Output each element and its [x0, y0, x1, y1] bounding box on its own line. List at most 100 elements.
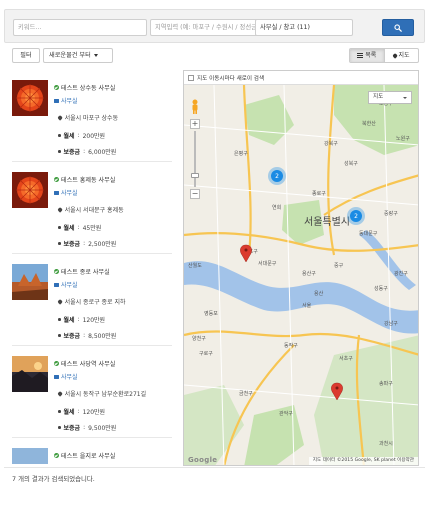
sort-label: 새로운물건 부터 [49, 52, 91, 59]
place-label: 서초구 [339, 355, 353, 362]
place-label: 성동구 [374, 285, 388, 292]
map-panel[interactable]: 지도 이동시마다 새로이 검색 북한산 연희 용산구 서초구 성북구 강남구 동… [183, 70, 419, 466]
checkbox[interactable] [188, 74, 194, 81]
place-label: 광진구 [394, 270, 408, 277]
bullet-icon [58, 334, 61, 337]
street-view-pegman-icon[interactable] [190, 99, 200, 115]
sort-dropdown[interactable]: 새로운물건 부터 [43, 48, 113, 63]
view-toggle: 목록 지도 [349, 48, 419, 63]
bullet-icon [58, 134, 61, 137]
map-marker-icon [392, 52, 398, 59]
search-on-move-toggle[interactable]: 지도 이동시마다 새로이 검색 [184, 71, 418, 85]
view-map-button[interactable]: 지도 [383, 49, 419, 62]
check-circle-icon [54, 177, 59, 182]
listing-address: 서울시 마포구 상수동 [57, 113, 118, 122]
map-marker-icon [57, 206, 63, 213]
listing-thumbnail[interactable] [12, 264, 48, 300]
folder-icon [54, 375, 59, 379]
view-map-label: 지도 [398, 52, 410, 59]
place-label: 강북구 [324, 140, 338, 147]
map-marker-icon [57, 390, 63, 397]
place-label: 연희 [272, 204, 281, 211]
google-logo: Google [188, 456, 218, 464]
place-label: 용산 [314, 290, 324, 297]
folder-icon [54, 99, 59, 103]
listing-thumbnail[interactable] [12, 356, 48, 392]
list-item[interactable]: 테스트 종로 사무실 사무실 서울시 종로구 종로 지하 월세:120만원 보증… [12, 254, 172, 346]
zoom-slider-handle[interactable] [191, 173, 199, 178]
listing-title[interactable]: 테스트 사당역 사무실 [54, 359, 115, 368]
place-label: 송파구 [379, 380, 393, 387]
listing-title[interactable]: 테스트 상수동 사무실 [54, 83, 115, 92]
place-label: 서대문구 [258, 260, 277, 267]
cluster-marker[interactable]: 2 [347, 207, 365, 225]
listing-rent: 월세:200만원 [58, 131, 105, 140]
search-bar: 키워드... 지역입력 (예: 마포구 / 수원시 / 정선군) 사무실 / 창… [4, 9, 425, 43]
bullet-icon [58, 426, 61, 429]
view-list-label: 목록 [365, 52, 377, 59]
listing-category[interactable]: 사무실 [54, 280, 78, 289]
listing-address: 서울시 서대문구 홍제동 [57, 205, 124, 214]
map-type-select[interactable]: 지도 [368, 91, 412, 104]
listing-category[interactable]: 사무실 [54, 372, 78, 381]
place-label: 산월도 [188, 262, 202, 269]
map-canvas[interactable]: 북한산 연희 마포구 용산구 서초구 성북구 강남구 동작구 관악구 영등포 구… [184, 85, 419, 466]
cluster-marker[interactable]: 2 [268, 167, 286, 185]
map-marker-icon [57, 114, 63, 121]
bullet-icon [58, 318, 61, 321]
zoom-in-button[interactable]: + [190, 119, 200, 129]
bullet-icon [58, 242, 61, 245]
list-item[interactable]: 테스트 을지로 사무실 [12, 438, 172, 464]
listing-title[interactable]: 테스트 종로 사무실 [54, 267, 110, 276]
listing-category[interactable]: 사무실 [54, 96, 78, 105]
bullet-icon [58, 226, 61, 229]
check-circle-icon [54, 269, 59, 274]
listing-deposit: 보증금:8,500만원 [58, 331, 116, 340]
city-label: 서울특별시 [304, 216, 350, 228]
listing-thumbnail[interactable] [12, 448, 48, 464]
listing-address: 서울시 종로구 종로 지하 [57, 297, 126, 306]
search-button[interactable] [382, 19, 414, 36]
folder-icon [54, 191, 59, 195]
list-item[interactable]: 테스트 상수동 사무실 사무실 서울시 마포구 상수동 월세:200만원 보증금… [12, 70, 172, 162]
svg-text:2: 2 [354, 213, 358, 220]
place-label: 과천시 [379, 440, 393, 447]
map-marker-icon [57, 298, 63, 305]
bullet-icon [58, 150, 61, 153]
place-label: 노원구 [396, 135, 410, 142]
place-label: 관악구 [279, 410, 293, 417]
listing-thumbnail[interactable] [12, 172, 48, 208]
listing-panel: 테스트 상수동 사무실 사무실 서울시 마포구 상수동 월세:200만원 보증금… [12, 70, 179, 464]
category-select[interactable]: 사무실 / 창고 (11) [255, 19, 353, 36]
bullet-icon [58, 410, 61, 413]
listing-category[interactable]: 사무실 [54, 188, 78, 197]
divider [4, 467, 425, 468]
place-label: 북한산 [362, 120, 376, 127]
place-label: 은평구 [234, 150, 248, 157]
chevron-down-icon [93, 53, 98, 57]
list-item[interactable]: 테스트 사당역 사무실 사무실 서울시 동작구 남부순환로271길 월세:120… [12, 346, 172, 438]
listing-deposit: 보증금:6,000만원 [58, 147, 116, 156]
zoom-out-button[interactable]: − [190, 189, 200, 199]
keyword-input[interactable]: 키워드... [13, 19, 147, 36]
zoom-slider[interactable] [194, 131, 196, 187]
filter-button[interactable]: 필터 [12, 48, 40, 63]
listing-thumbnail[interactable] [12, 80, 48, 116]
place-label: 구로구 [199, 351, 213, 357]
listing-rent: 월세:45만원 [58, 223, 101, 232]
listing-deposit: 보증금:2,500만원 [58, 239, 116, 248]
place-label: 양천구 [192, 335, 206, 342]
results-count: 7 개의 결과가 검색되었습니다. [12, 475, 95, 483]
listing-title[interactable]: 테스트 을지로 사무실 [54, 451, 115, 460]
listing-title[interactable]: 테스트 홍제동 사무실 [54, 175, 115, 184]
map-attribution[interactable]: 지도 데이터 ©2015 Google, SK planet 이용약관 [308, 457, 418, 465]
listing-rent: 월세:120만원 [58, 407, 105, 416]
check-circle-icon [54, 85, 59, 90]
place-label: 중구 [334, 263, 344, 269]
check-circle-icon [54, 361, 59, 366]
listing-rent: 월세:120만원 [58, 315, 105, 324]
list-item[interactable]: 테스트 홍제동 사무실 사무실 서울시 서대문구 홍제동 월세:45만원 보증금… [12, 162, 172, 254]
svg-text:2: 2 [275, 173, 279, 180]
place-label: 강남구 [384, 320, 398, 327]
view-list-button[interactable]: 목록 [350, 49, 384, 62]
